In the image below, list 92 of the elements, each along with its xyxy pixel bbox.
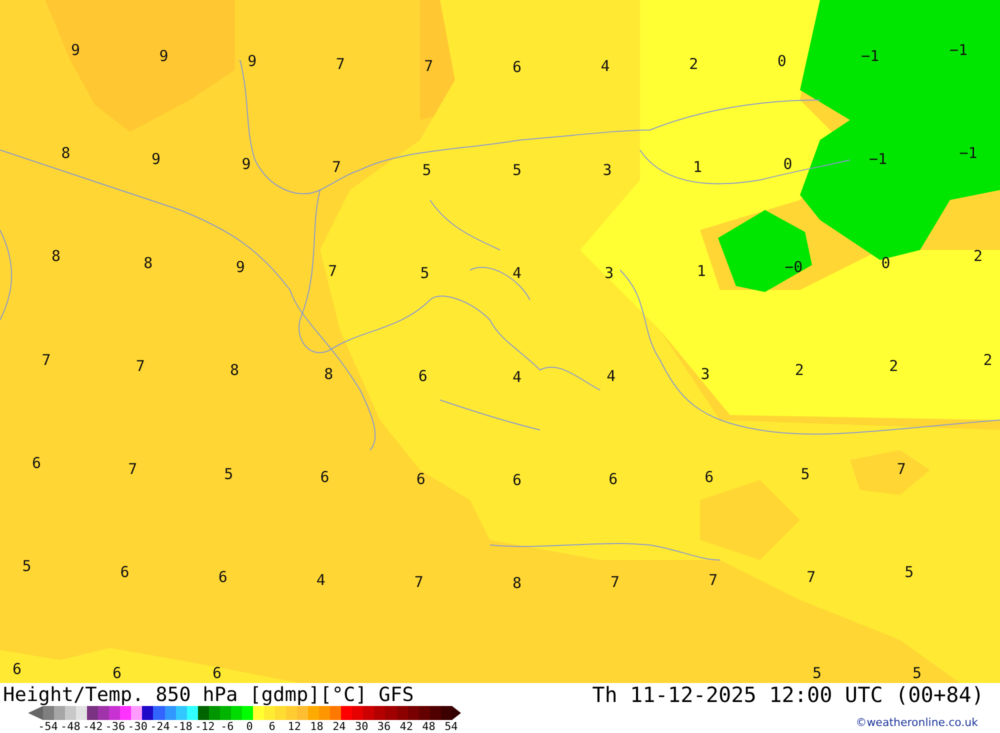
temperature-label: 7 <box>136 358 145 374</box>
temperature-label: 8 <box>324 366 334 382</box>
credit-text: ©weatheronline.co.uk <box>856 716 978 729</box>
temperature-label: 4 <box>512 368 522 385</box>
temperature-label: 5 <box>912 665 922 681</box>
temperature-label: 5 <box>22 558 32 574</box>
temperature-label: 2 <box>983 352 992 368</box>
legend-tick-label: 6 <box>268 721 276 733</box>
temperature-label: 3 <box>602 162 612 178</box>
temperature-label: 5 <box>800 466 810 482</box>
legend-tick-label: 42 <box>400 721 414 733</box>
legend-tick-label: -12 <box>194 721 215 733</box>
temperature-label: 9 <box>248 52 257 69</box>
legend-arrow-icon <box>452 706 461 720</box>
legend-tick-label: -18 <box>172 721 192 733</box>
temperature-label: 8 <box>144 254 153 271</box>
temperature-label: 2 <box>794 362 804 378</box>
temperature-label: 5 <box>812 665 822 681</box>
legend-tick-label: 48 <box>422 721 436 733</box>
temperature-label: 1 <box>696 262 706 279</box>
temperature-label: 8 <box>51 248 61 264</box>
temperature-label: 7 <box>328 262 338 279</box>
legend-tick-label: -54 <box>38 721 58 733</box>
temperature-label: 5 <box>422 162 432 178</box>
temperature-label: 6 <box>218 568 228 585</box>
map-title: Height/Temp. 850 hPa [gdmp][°C] GFS <box>3 684 414 706</box>
temperature-label: 6 <box>320 469 330 486</box>
temperature-label: 7 <box>806 568 816 585</box>
temperature-label: 6 <box>512 472 522 488</box>
legend-tick-label: 0 <box>246 721 253 733</box>
temperature-label: 7 <box>424 58 434 74</box>
temperature-label: 7 <box>128 460 138 477</box>
temperature-label: 5 <box>224 466 234 482</box>
temperature-label: 8 <box>512 575 522 591</box>
legend-tick-label: -24 <box>150 721 170 733</box>
temperature-label: 9 <box>159 48 168 64</box>
legend-tick-label: 36 <box>377 721 391 733</box>
temperature-label: 7 <box>896 460 906 477</box>
temperature-label: 7 <box>610 574 620 590</box>
temperature-label: 3 <box>604 264 614 281</box>
temperature-label: 5 <box>904 564 914 580</box>
temperature-label: 6 <box>608 471 618 488</box>
legend-tick-label: -48 <box>60 721 80 733</box>
legend-tick-label: 18 <box>310 721 324 733</box>
temperature-label: 7 <box>42 352 51 368</box>
temperature-label: −1 <box>868 151 888 168</box>
temperature-label: 7 <box>708 572 718 588</box>
legend-tick-label: -36 <box>105 721 126 733</box>
temperature-label: −1 <box>959 145 978 162</box>
temperature-label: 3 <box>700 366 710 382</box>
temperature-label: 9 <box>242 156 251 172</box>
legend-tick-label: 24 <box>332 721 346 733</box>
temperature-label: 4 <box>316 572 326 588</box>
temperature-label: 6 <box>112 665 122 681</box>
legend-tick-label: -6 <box>220 721 234 733</box>
temperature-label: 2 <box>973 248 983 264</box>
temperature-label: 4 <box>512 265 522 282</box>
temperature-label: 4 <box>600 58 610 74</box>
valid-time: Th 11-12-2025 12:00 UTC (00+84) <box>592 684 984 706</box>
legend-tick-label: -30 <box>128 721 148 733</box>
temperature-label: 9 <box>236 259 245 276</box>
temperature-label: 7 <box>336 56 345 72</box>
temperature-label: 2 <box>689 56 698 72</box>
temperature-label: 2 <box>889 358 898 374</box>
legend-tick-label: 30 <box>354 721 368 733</box>
temperature-label: 6 <box>12 661 22 678</box>
legend-tick-label: -42 <box>82 721 103 733</box>
temperature-label: 7 <box>414 574 424 590</box>
legend-tick-label: 12 <box>288 721 302 733</box>
temperature-label: 8 <box>230 362 240 378</box>
temperature-label: −0 <box>784 259 803 276</box>
temperature-label: 6 <box>416 471 426 488</box>
temperature-label: 5 <box>512 162 522 178</box>
temperature-label: 0 <box>881 254 890 271</box>
temperature-label: 0 <box>777 52 786 69</box>
temperature-label: 0 <box>783 156 792 172</box>
temperature-label: 1 <box>692 159 702 176</box>
legend-tick-label: 54 <box>444 721 458 733</box>
temperature-label: 6 <box>32 454 42 471</box>
temperature-label: 9 <box>70 42 80 58</box>
temperature-label: 6 <box>120 564 130 580</box>
temperature-label: 6 <box>512 59 522 75</box>
temperature-label: 7 <box>332 159 342 176</box>
temperature-label: 8 <box>61 145 70 162</box>
temperature-label: 9 <box>151 151 161 168</box>
temperature-label: 6 <box>212 665 222 681</box>
temperature-label: 6 <box>418 368 428 384</box>
temperature-label: −1 <box>949 42 968 58</box>
temperature-label: 5 <box>420 264 430 281</box>
temperature-label: 4 <box>606 368 616 384</box>
temperature-label: 6 <box>704 469 714 486</box>
temperature-label: −1 <box>861 48 880 64</box>
